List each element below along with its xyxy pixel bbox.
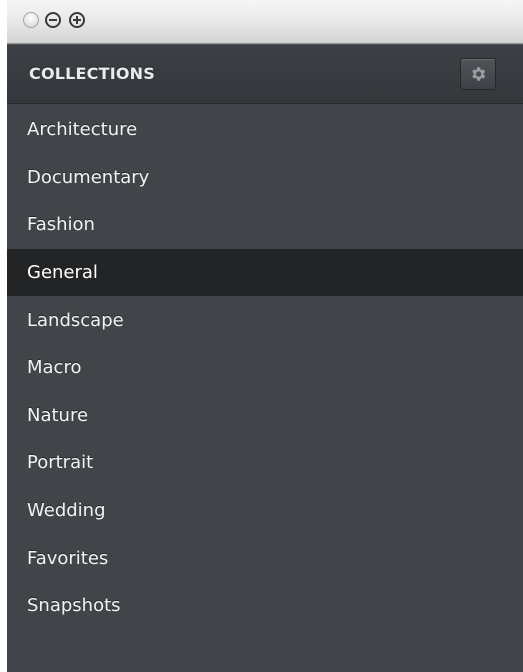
collection-label: Architecture — [27, 119, 138, 141]
collection-item-snapshots[interactable]: Snapshots — [7, 582, 523, 630]
collection-label: Portrait — [27, 452, 94, 474]
close-circle-icon[interactable] — [23, 12, 39, 28]
collection-item-documentary[interactable]: Documentary — [7, 154, 523, 202]
collection-label: Wedding — [27, 500, 106, 522]
collection-item-wedding[interactable]: Wedding — [7, 487, 523, 535]
collection-item-macro[interactable]: Macro — [7, 344, 523, 392]
collection-item-general[interactable]: General — [7, 248, 523, 297]
collections-list: Architecture Documentary Fashion General… — [7, 106, 523, 630]
title-bar — [7, 0, 523, 44]
collection-item-landscape[interactable]: Landscape — [7, 296, 523, 344]
collection-item-favorites[interactable]: Favorites — [7, 534, 523, 582]
collections-header: COLLECTIONS — [7, 44, 523, 104]
collections-window: COLLECTIONS Architecture Documentary Fas… — [7, 0, 523, 672]
collection-label: Macro — [27, 357, 82, 379]
gear-icon — [472, 67, 486, 81]
collection-label: General — [27, 262, 98, 284]
collections-title: COLLECTIONS — [29, 64, 155, 83]
collection-label: Fashion — [27, 214, 95, 236]
collection-label: Snapshots — [27, 595, 121, 617]
collection-item-fashion[interactable]: Fashion — [7, 201, 523, 249]
collection-item-portrait[interactable]: Portrait — [7, 439, 523, 487]
collection-label: Favorites — [27, 547, 109, 569]
minus-circle-icon[interactable] — [45, 12, 61, 28]
collection-item-architecture[interactable]: Architecture — [7, 106, 523, 154]
plus-circle-icon[interactable] — [69, 12, 85, 28]
collection-label: Documentary — [27, 166, 150, 188]
collection-item-nature[interactable]: Nature — [7, 392, 523, 440]
collection-label: Landscape — [27, 309, 124, 331]
collection-label: Nature — [27, 404, 89, 426]
settings-button[interactable] — [460, 58, 496, 90]
